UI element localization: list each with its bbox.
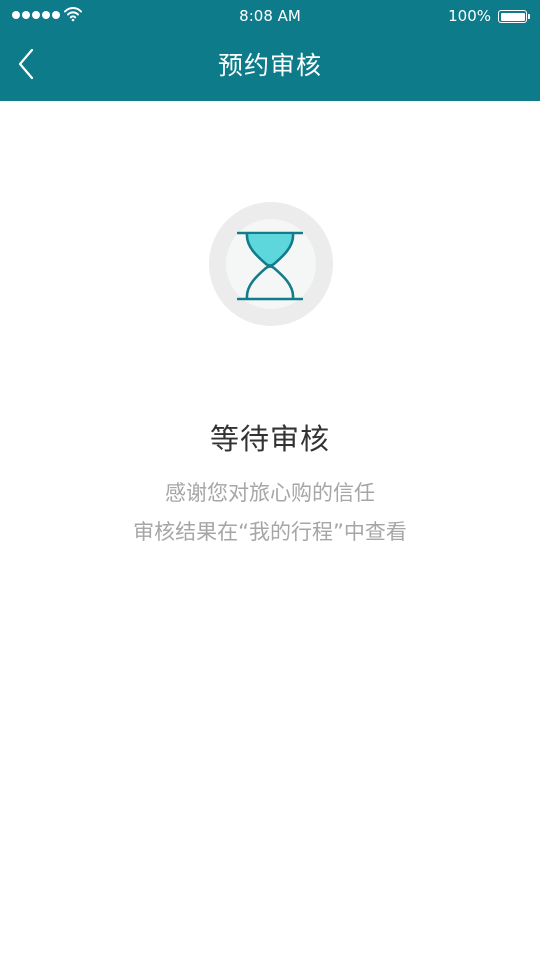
battery-percentage: 100% xyxy=(448,7,491,25)
status-message-thanks: 感谢您对旅心购的信任 xyxy=(165,481,375,505)
status-message-check-trips: 审核结果在“我的行程”中查看 xyxy=(133,520,407,544)
hourglass-badge xyxy=(209,202,333,326)
screen: 8:08 AM 100% 预约审核 等待审核 感谢您对旅心购的信任 审核结果在“… xyxy=(0,0,540,960)
hourglass-icon xyxy=(237,231,303,301)
nav-bar: 预约审核 xyxy=(0,32,540,101)
battery-icon xyxy=(498,10,530,23)
header: 8:08 AM 100% 预约审核 xyxy=(0,0,540,101)
status-title: 等待审核 xyxy=(209,422,330,456)
status-bar: 8:08 AM 100% xyxy=(0,0,540,32)
page-title: 预约审核 xyxy=(217,51,322,80)
